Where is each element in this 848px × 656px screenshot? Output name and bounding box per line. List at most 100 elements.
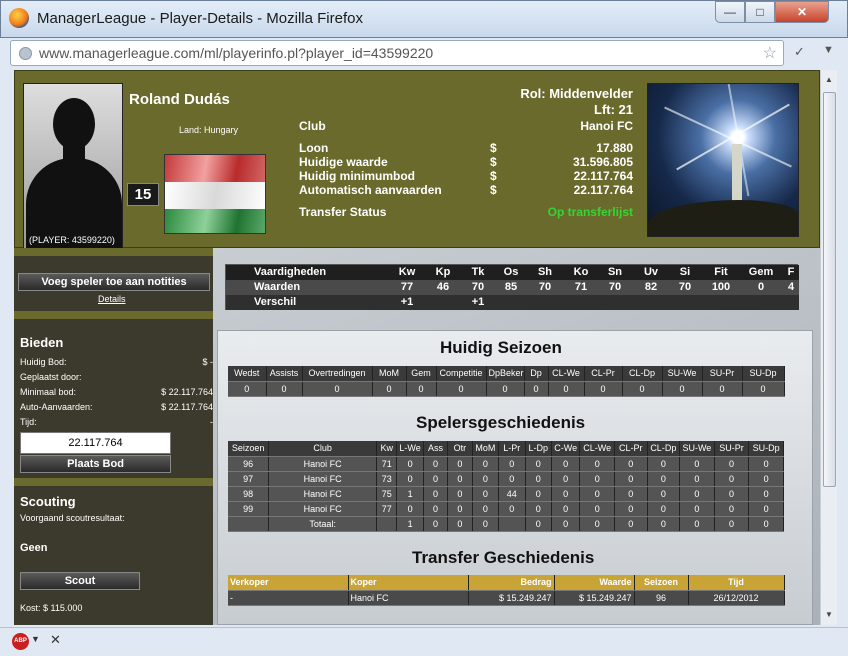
skills-header: Tk xyxy=(471,266,485,278)
details-link[interactable]: Details xyxy=(98,294,126,304)
close-window-button[interactable]: ✕ xyxy=(775,1,829,23)
auto-aanvaarden-label: Auto-Aanvaarden: xyxy=(20,402,93,412)
table-cell: Hanoi FC xyxy=(268,501,378,517)
table-cell: 0 xyxy=(579,471,615,487)
column-header: Overtredingen xyxy=(302,366,373,382)
column-header: Competitie xyxy=(436,366,487,382)
stats-panel: Huidig Seizoen Wedst Assists Overtreding… xyxy=(217,330,813,625)
table-header-row: Seizoen Club Kw L-We Ass Otr MoM L-Pr L-… xyxy=(228,441,784,457)
skills-diff-row: Verschil +1 +1 xyxy=(226,295,799,310)
table-cell: 0 xyxy=(551,456,581,472)
sidebar-divider xyxy=(14,478,213,486)
table-cell: 0 xyxy=(579,486,615,502)
table-cell: 0 xyxy=(525,516,552,532)
table-cell: 0 xyxy=(228,381,267,397)
column-header: C-We xyxy=(551,441,581,457)
table-cell: 0 xyxy=(679,456,715,472)
skill-diff: +1 xyxy=(471,296,485,308)
table-cell: Hanoi FC xyxy=(268,471,378,487)
table-cell: 73 xyxy=(376,471,398,487)
table-cell: 0 xyxy=(662,381,703,397)
scroll-up-arrow-icon[interactable]: ▲ xyxy=(821,72,837,88)
column-header: Wedst xyxy=(228,366,267,382)
table-cell: 0 xyxy=(423,471,449,487)
skills-header: Kp xyxy=(435,266,451,278)
bid-amount-input[interactable]: 22.117.764 xyxy=(20,432,171,454)
table-cell: 44 xyxy=(498,486,526,502)
player-id: (PLAYER: 43599220) xyxy=(29,235,115,245)
chevron-down-icon[interactable]: ▼ xyxy=(823,44,834,56)
table-cell: 0 xyxy=(447,486,473,502)
table-cell: 0 xyxy=(714,486,750,502)
column-header: Club xyxy=(268,441,378,457)
loon-label: Loon xyxy=(299,141,329,155)
table-cell: 0 xyxy=(742,381,785,397)
url-text[interactable]: www.managerleague.com/ml/playerinfo.pl?p… xyxy=(39,45,433,61)
table-cell: 0 xyxy=(579,456,615,472)
status-bar: ABP ▼ ✕ xyxy=(0,627,848,656)
close-icon[interactable]: ✕ xyxy=(50,632,61,648)
column-header: Kw xyxy=(376,441,398,457)
table-cell: 0 xyxy=(714,471,750,487)
minimize-button[interactable]: — xyxy=(715,1,745,23)
table-cell: 0 xyxy=(679,501,715,517)
column-header: Seizoen xyxy=(634,575,689,591)
address-bar[interactable]: www.managerleague.com/ml/playerinfo.pl?p… xyxy=(10,40,784,66)
player-country: Land: Hungary xyxy=(179,125,239,135)
scout-button[interactable]: Scout xyxy=(20,572,140,590)
season-title: Huidig Seizoen xyxy=(440,338,562,357)
add-to-notes-button[interactable]: Voeg speler toe aan notities xyxy=(18,273,210,291)
window-title: ManagerLeague - Player-Details - Mozilla… xyxy=(37,10,363,27)
skill-value: 46 xyxy=(436,281,450,293)
huidige-waarde-value: 31.596.805 xyxy=(572,155,633,169)
column-header: L-We xyxy=(396,441,424,457)
chevron-down-icon[interactable]: ▼ xyxy=(31,634,40,644)
column-header: SU-We xyxy=(662,366,703,382)
scroll-down-arrow-icon[interactable]: ▼ xyxy=(821,607,837,623)
skills-diff-label: Verschil xyxy=(254,296,297,308)
scrollbar-thumb[interactable] xyxy=(823,92,836,487)
bookmark-star-icon[interactable]: ☆ xyxy=(763,43,777,63)
table-cell: 0 xyxy=(679,471,715,487)
skill-value: 0 xyxy=(757,281,765,293)
column-header: Ass xyxy=(423,441,449,457)
history-title: Spelersgeschiedenis xyxy=(416,413,586,432)
transfer-history-table: Verkoper Koper Bedrag Waarde Seizoen Tij… xyxy=(228,575,785,606)
player-portrait xyxy=(23,83,123,249)
tools-icon[interactable]: ✓ xyxy=(794,44,805,60)
table-cell: 0 xyxy=(525,456,552,472)
table-row: 96 Hanoi FC 71 0 0 0 0 0 0 0 0 0 0 0 0 0 xyxy=(228,456,784,472)
table-cell: Hanoi FC xyxy=(268,456,378,472)
table-cell: 0 xyxy=(406,381,437,397)
table-cell: 75 xyxy=(376,486,398,502)
table-cell: 0 xyxy=(472,516,500,532)
site-identity-icon[interactable] xyxy=(19,47,32,60)
skill-value: 4 xyxy=(787,281,795,293)
table-cell: 0 xyxy=(498,456,526,472)
vertical-scrollbar[interactable]: ▲ ▼ xyxy=(820,70,837,625)
table-cell: 0 xyxy=(548,381,585,397)
skills-header: F xyxy=(787,266,795,278)
table-cell: 96 xyxy=(228,456,270,472)
table-cell: 26/12/2012 xyxy=(688,590,785,606)
column-header: CL-We xyxy=(548,366,585,382)
table-cell: 0 xyxy=(447,456,473,472)
season-table: Wedst Assists Overtredingen MoM Gem Comp… xyxy=(228,366,785,397)
column-header: SU-Pr xyxy=(714,441,750,457)
skills-values-row: Waarden 77 46 70 85 70 71 70 82 70 100 0… xyxy=(226,280,799,295)
column-header: L-Pr xyxy=(498,441,526,457)
light-ray xyxy=(664,106,792,168)
table-cell: 0 xyxy=(714,501,750,517)
maximize-button[interactable]: □ xyxy=(745,1,775,23)
club-value: Hanoi FC xyxy=(580,119,633,133)
adblock-plus-icon[interactable]: ABP xyxy=(12,633,29,650)
minimaal-bod-label: Minimaal bod: xyxy=(20,387,77,397)
table-cell xyxy=(228,516,270,532)
column-header: Otr xyxy=(447,441,473,457)
place-bid-button[interactable]: Plaats Bod xyxy=(20,455,171,473)
table-cell: 0 xyxy=(647,486,681,502)
table-cell: 0 xyxy=(551,516,581,532)
scout-result: Geen xyxy=(20,542,48,554)
column-header: MoM xyxy=(372,366,407,382)
scout-cost: Kost: $ 115.000 xyxy=(20,603,83,613)
